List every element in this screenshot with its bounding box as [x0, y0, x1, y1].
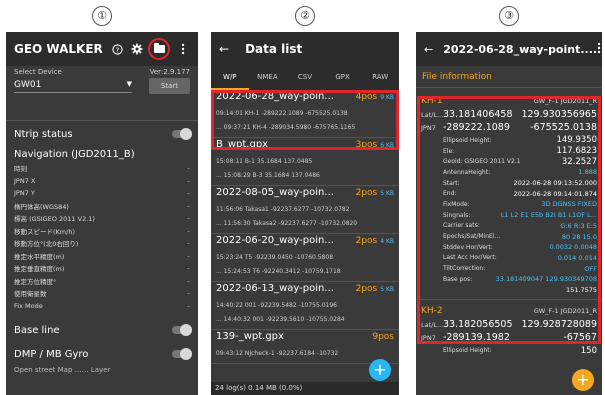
app-bar: ← 2022-06-28_way-point....: [416, 32, 602, 66]
tab-raw[interactable]: RAW: [361, 66, 399, 90]
step-number-2: ②: [295, 6, 315, 26]
tab-csv[interactable]: CSV: [286, 66, 324, 90]
ntrip-status-label: Ntrip status: [14, 128, 73, 140]
svg-text:?: ?: [115, 45, 119, 54]
highlight-box: [211, 90, 399, 150]
nav-item: 時刻 –: [14, 164, 190, 174]
base-line-label: Base line: [14, 324, 60, 336]
nav-item: JPN7 X –: [14, 176, 190, 185]
list-item[interactable]: 139-_wpt.gpx 9pos 09:43:12 NJcheck-1 -922…: [211, 330, 399, 364]
device-select[interactable]: GW01 ▼: [14, 80, 132, 93]
back-arrow-icon[interactable]: ←: [424, 43, 433, 56]
data-list-screen: ← Data list W/P NMEA CSV GPX RAW 2022-06…: [211, 32, 399, 395]
folder-button[interactable]: [148, 38, 170, 60]
attr-row: Ellipsoid Height: 150: [443, 345, 597, 356]
dmp-row: DMP / MB Gyro: [6, 342, 198, 366]
tab-bar: W/P NMEA CSV GPX RAW: [211, 66, 399, 90]
base-line-toggle[interactable]: [172, 324, 192, 336]
list-item[interactable]: 2022-06-13_way-poin... 2pos 5 KB 14:40:22 …: [211, 282, 399, 330]
dropdown-arrow-icon: ▼: [126, 79, 132, 88]
start-button[interactable]: Start: [148, 78, 190, 94]
nav-item: 推定方位精度° –: [14, 276, 190, 286]
list-item[interactable]: 2022-06-20_way-poin... 2pos 4 KB 15:23:24 …: [211, 234, 399, 282]
nav-item: 使用衛星数 –: [14, 289, 190, 299]
main-screen: GEO WALKER ? Select Device Ver:2.9.177 G…: [6, 32, 198, 395]
version-label: Ver:2.9.177: [149, 68, 190, 76]
nav-item: 標高 (GSIGEO 2011 V2.1) –: [14, 214, 190, 224]
navigation-title: Navigation (JGD2011_B): [14, 149, 135, 160]
device-value: GW01: [14, 79, 42, 90]
select-device-label: Select Device: [14, 68, 62, 76]
back-arrow-icon[interactable]: ←: [219, 42, 229, 56]
nav-item: 推定水平精度(m) –: [14, 251, 190, 261]
highlight-box: [417, 96, 601, 344]
screen-title: Data list: [245, 42, 303, 56]
screen-title: 2022-06-28_way-point....: [443, 42, 598, 56]
app-bar: ← Data list: [211, 32, 399, 66]
waypoint-detail-screen: ← 2022-06-28_way-point.... File informat…: [416, 32, 602, 395]
file-information-header: File information: [416, 66, 602, 88]
tab-wp[interactable]: W/P: [211, 66, 249, 90]
dmp-label: DMP / MB Gyro: [14, 348, 89, 360]
app-title: GEO WALKER: [14, 42, 103, 56]
tab-nmea[interactable]: NMEA: [249, 66, 287, 90]
map-layer-row: Open street Map …… Layer: [14, 366, 111, 374]
navigation-list: 時刻 – JPN7 X – JPN7 Y – 楕円体高(WGS84) – 標高 (GSI…: [6, 162, 198, 312]
nav-item: Fix Mode –: [14, 301, 190, 310]
nav-item: JPN7 Y –: [14, 189, 190, 198]
list-item[interactable]: 2022-08-05_way-poin... 2pos 5 KB 11:56:06 …: [211, 186, 399, 234]
more-icon[interactable]: [176, 42, 190, 56]
nav-item: 移動方位°(北0右回り) –: [14, 239, 190, 249]
help-icon[interactable]: ?: [110, 42, 124, 56]
folder-icon: [153, 43, 165, 53]
add-button[interactable]: +: [369, 359, 391, 381]
dmp-toggle[interactable]: [172, 348, 192, 360]
base-line-row: Base line: [6, 318, 198, 342]
ntrip-status-row: Ntrip status: [6, 121, 198, 147]
ntrip-toggle[interactable]: [172, 128, 192, 140]
add-button[interactable]: +: [572, 369, 594, 391]
gear-icon[interactable]: [130, 42, 144, 56]
step-number-1: ①: [92, 6, 112, 26]
storage-footer: 24 log(s) 0.14 MB (0.0%): [211, 382, 399, 395]
more-icon[interactable]: [597, 42, 601, 57]
nav-item: 楕円体高(WGS84) –: [14, 201, 190, 211]
nav-item: 移動スピード(Km/h) –: [14, 226, 190, 236]
app-bar: GEO WALKER ?: [6, 32, 198, 66]
nav-item: 推定垂直精度(m) –: [14, 264, 190, 274]
step-number-3: ③: [499, 6, 519, 26]
tab-gpx[interactable]: GPX: [324, 66, 362, 90]
